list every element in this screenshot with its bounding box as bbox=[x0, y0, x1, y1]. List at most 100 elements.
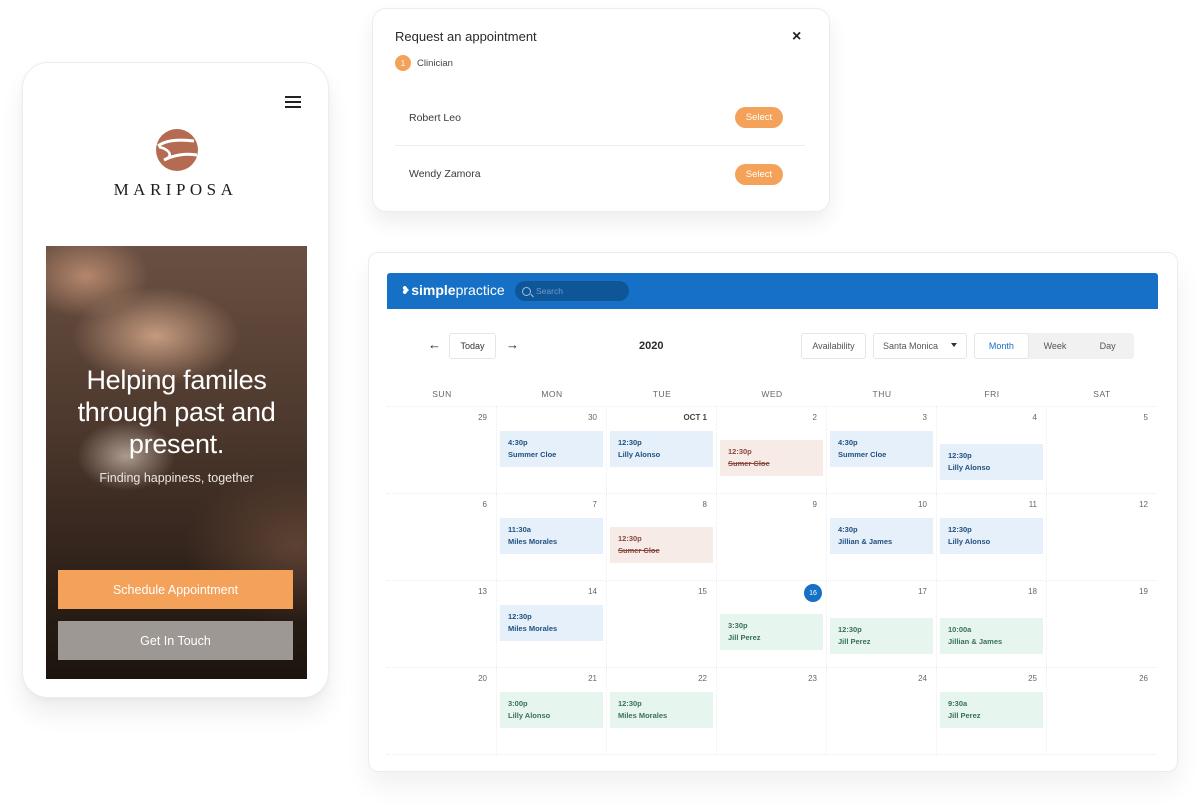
event-client-name: Summer Cloe bbox=[838, 449, 887, 459]
day-number: 22 bbox=[698, 674, 707, 683]
day-cell[interactable]: 13 bbox=[387, 581, 497, 667]
day-number: 9 bbox=[812, 500, 817, 509]
event-client-name: Miles Morales bbox=[618, 710, 668, 720]
day-cell[interactable]: 22 12:30p Miles Morales bbox=[607, 668, 717, 754]
day-number: 5 bbox=[1143, 413, 1148, 422]
tab-month[interactable]: Month bbox=[974, 333, 1029, 359]
next-arrow-icon[interactable]: → bbox=[506, 337, 519, 352]
day-cell[interactable]: 2 12:30p Sumer Cloe bbox=[717, 407, 827, 493]
month-grid: SUN MON TUE WED THU FRI SAT 29 30 4:30p Summer Cl… bbox=[387, 381, 1157, 755]
week-row: 29 30 4:30p Summer Cloe OCT 1 12:30p Lilly Alo… bbox=[387, 407, 1157, 494]
day-number: 14 bbox=[588, 587, 597, 596]
select-clinician-button[interactable]: Select bbox=[735, 107, 783, 128]
day-cell[interactable]: 14 12:30p Miles Morales bbox=[497, 581, 607, 667]
day-cell[interactable]: 20 bbox=[387, 668, 497, 754]
day-cell[interactable]: 24 bbox=[827, 668, 937, 754]
simplepractice-logo[interactable]: ❥ simple practice bbox=[401, 282, 505, 298]
hero-title: Helping familes through past and present… bbox=[46, 364, 307, 460]
appointment-event[interactable]: 4:30p Summer Cloe bbox=[830, 431, 933, 467]
appointment-event[interactable]: 10:00a Jillian & James bbox=[940, 618, 1043, 654]
search-box[interactable] bbox=[515, 281, 629, 301]
select-clinician-button[interactable]: Select bbox=[735, 163, 783, 185]
day-number: 30 bbox=[588, 413, 597, 422]
location-select[interactable]: Santa Monica bbox=[873, 333, 967, 359]
hamburger-menu-icon[interactable] bbox=[285, 96, 301, 108]
hero-subtitle: Finding happiness, together bbox=[99, 471, 254, 485]
day-cell[interactable]: 15 bbox=[607, 581, 717, 667]
day-cell[interactable]: 16 3:30p Jill Perez bbox=[717, 581, 827, 667]
event-client-name: Jillian & James bbox=[948, 636, 1003, 646]
day-cell[interactable]: 29 bbox=[387, 407, 497, 493]
day-number: 4 bbox=[1032, 413, 1037, 422]
day-cell[interactable]: 6 bbox=[387, 494, 497, 580]
tab-day[interactable]: Day bbox=[1081, 333, 1134, 359]
day-cell[interactable]: 7 11:30a Miles Morales bbox=[497, 494, 607, 580]
get-in-touch-button[interactable]: Get In Touch bbox=[58, 621, 293, 660]
day-cell[interactable]: 19 bbox=[1047, 581, 1157, 667]
availability-button[interactable]: Availability bbox=[801, 333, 866, 359]
day-cell[interactable]: 3 4:30p Summer Cloe bbox=[827, 407, 937, 493]
day-cell[interactable]: 25 9:30a Jill Perez bbox=[937, 668, 1047, 754]
day-cell[interactable]: 30 4:30p Summer Cloe bbox=[497, 407, 607, 493]
day-number: 13 bbox=[478, 587, 487, 596]
view-toggle: Month Week Day bbox=[974, 333, 1134, 359]
day-number: 10 bbox=[918, 500, 927, 509]
today-button[interactable]: Today bbox=[449, 333, 496, 359]
appointment-event[interactable]: 12:30p Miles Morales bbox=[610, 692, 713, 728]
close-icon[interactable]: × bbox=[792, 28, 801, 46]
search-icon bbox=[522, 286, 531, 296]
day-cell[interactable]: 4 12:30p Lilly Alonso bbox=[937, 407, 1047, 493]
day-number: 21 bbox=[588, 674, 597, 683]
day-cell[interactable]: OCT 1 12:30p Lilly Alonso bbox=[607, 407, 717, 493]
day-number: 25 bbox=[1028, 674, 1037, 683]
day-cell[interactable]: 9 bbox=[717, 494, 827, 580]
event-client-name: Summer Cloe bbox=[508, 449, 557, 459]
day-number: 8 bbox=[702, 500, 707, 509]
event-time: 12:30p bbox=[948, 451, 972, 460]
request-appointment-modal: Request an appointment × 1 Clinician Rob… bbox=[372, 8, 830, 212]
month-weeks: 29 30 4:30p Summer Cloe OCT 1 12:30p Lilly Alo… bbox=[387, 407, 1157, 755]
day-cell[interactable]: 8 12:30p Sumer Cloe bbox=[607, 494, 717, 580]
calendar-year: 2020 bbox=[639, 340, 664, 352]
day-number: 11 bbox=[1028, 500, 1037, 509]
day-cell[interactable]: 17 12:30p Jill Perez bbox=[827, 581, 937, 667]
day-number: 2 bbox=[812, 413, 817, 422]
day-cell[interactable]: 10 4:30p Jillian & James bbox=[827, 494, 937, 580]
event-time: 12:30p bbox=[618, 438, 642, 447]
schedule-appointment-button[interactable]: Schedule Appointment bbox=[58, 570, 293, 609]
day-number: 24 bbox=[918, 674, 927, 683]
day-cell[interactable]: 18 10:00a Jillian & James bbox=[937, 581, 1047, 667]
appointment-event[interactable]: 12:30p Miles Morales bbox=[500, 605, 603, 641]
weekday-label: TUE bbox=[652, 389, 672, 399]
appointment-event[interactable]: 12:30p Sumer Cloe bbox=[720, 440, 823, 476]
weekday-label: WED bbox=[761, 389, 783, 399]
appointment-event[interactable]: 4:30p Summer Cloe bbox=[500, 431, 603, 467]
event-time: 4:30p bbox=[838, 525, 858, 534]
day-number: 19 bbox=[1139, 587, 1148, 596]
appointment-event[interactable]: 12:30p Lilly Alonso bbox=[940, 518, 1043, 554]
search-input[interactable] bbox=[536, 286, 621, 296]
day-cell[interactable]: 23 bbox=[717, 668, 827, 754]
appointment-event[interactable]: 12:30p Jill Perez bbox=[830, 618, 933, 654]
appointment-event[interactable]: 3:30p Jill Perez bbox=[720, 614, 823, 650]
event-client-name: Jill Perez bbox=[948, 710, 981, 720]
appointment-event[interactable]: 12:30p Sumer Cloe bbox=[610, 527, 713, 563]
appointment-event[interactable]: 12:30p Lilly Alonso bbox=[610, 431, 713, 467]
event-time: 3:30p bbox=[728, 621, 748, 630]
appointment-event[interactable]: 9:30a Jill Perez bbox=[940, 692, 1043, 728]
event-time: 9:30a bbox=[948, 699, 968, 708]
tab-week[interactable]: Week bbox=[1029, 333, 1082, 359]
appointment-event[interactable]: 11:30a Miles Morales bbox=[500, 518, 603, 554]
day-cell[interactable]: 21 3:00p Lilly Alonso bbox=[497, 668, 607, 754]
day-cell[interactable]: 5 bbox=[1047, 407, 1157, 493]
day-cell[interactable]: 12 bbox=[1047, 494, 1157, 580]
appointment-event[interactable]: 3:00p Lilly Alonso bbox=[500, 692, 603, 728]
event-time: 11:30a bbox=[508, 525, 531, 534]
butterfly-logo-icon: ❥ bbox=[401, 284, 411, 297]
appointment-event[interactable]: 12:30p Lilly Alonso bbox=[940, 444, 1043, 480]
clinician-row: Wendy Zamora Select bbox=[395, 146, 805, 202]
day-cell[interactable]: 26 bbox=[1047, 668, 1157, 754]
previous-arrow-icon[interactable]: ← bbox=[428, 337, 441, 352]
day-cell[interactable]: 11 12:30p Lilly Alonso bbox=[937, 494, 1047, 580]
appointment-event[interactable]: 4:30p Jillian & James bbox=[830, 518, 933, 554]
